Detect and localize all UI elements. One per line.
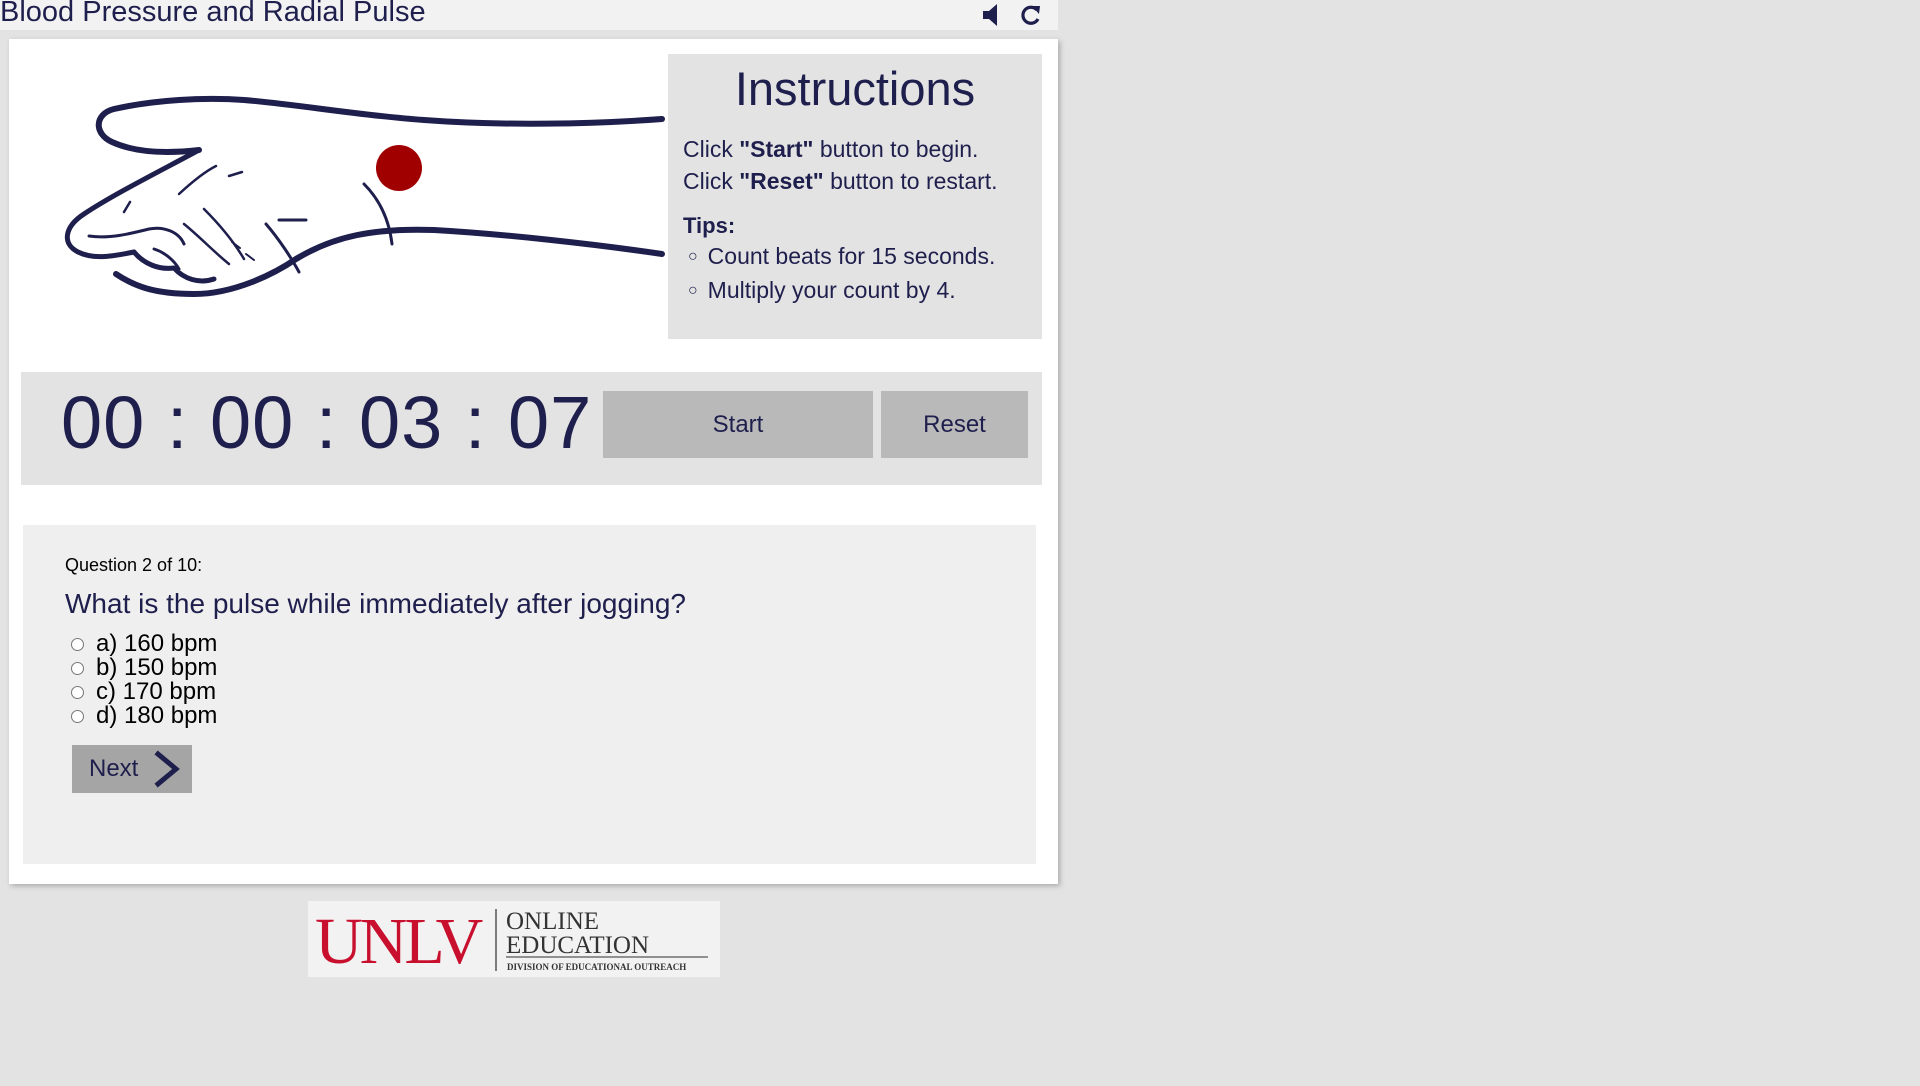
- answer-option-c[interactable]: c) 170 bpm: [71, 678, 217, 705]
- start-button[interactable]: Start: [603, 391, 873, 458]
- instruction-text-part: button to begin.: [813, 136, 979, 163]
- answer-option-d[interactable]: d) 180 bpm: [71, 702, 218, 729]
- radio-button[interactable]: [71, 661, 84, 675]
- refresh-icon[interactable]: [1018, 2, 1044, 28]
- instruction-reset-keyword: "Reset": [739, 168, 824, 195]
- instruction-text-part: Click: [683, 136, 740, 163]
- pulse-point-dot: [376, 145, 422, 191]
- radio-button[interactable]: [71, 709, 84, 723]
- app-title: Blood Pressure and Radial Pulse: [0, 0, 426, 28]
- question-text: What is the pulse while immediately afte…: [65, 588, 686, 619]
- tips-label: Tips:: [683, 213, 736, 239]
- answer-label: d) 180 bpm: [96, 702, 218, 729]
- answer-option-b[interactable]: b) 150 bpm: [71, 654, 217, 681]
- wrist-illustration: [34, 64, 674, 324]
- question-counter: Question 2 of 10:: [65, 555, 203, 575]
- instruction-text-part: Click: [683, 168, 740, 195]
- instruction-start-line: Click "Start" button to begin.: [683, 133, 1042, 165]
- tip-item: Multiply your count by 4.: [688, 275, 1042, 309]
- stopwatch-display: 00 : 00 : 03 : 07: [61, 381, 593, 464]
- instructions-heading: Instructions: [734, 62, 976, 115]
- chevron-right-icon: [152, 750, 182, 788]
- next-button[interactable]: Next: [72, 745, 192, 793]
- title-bar: Blood Pressure and Radial Pulse: [0, 0, 1058, 30]
- instructions-panel: Instructions Click "Start" button to beg…: [668, 54, 1042, 339]
- answer-options: a) 160 bpm b) 150 bpm c) 170 bpm d) 180 …: [71, 630, 218, 729]
- timer-bar: 00 : 00 : 03 : 07 Start Reset: [21, 372, 1042, 485]
- radio-button[interactable]: [71, 685, 84, 699]
- answer-option-a[interactable]: a) 160 bpm: [71, 630, 217, 657]
- tip-item: Count beats for 15 seconds.: [688, 241, 1042, 275]
- logo-line-education: EDUCATION: [506, 932, 649, 959]
- instruction-start-keyword: "Start": [739, 136, 814, 163]
- unlv-online-education-logo: UNLV ONLINE EDUCATION DIVISION OF EDUCAT…: [308, 901, 720, 977]
- speaker-icon[interactable]: [980, 2, 1006, 28]
- instruction-text-part: button to restart.: [823, 168, 998, 195]
- logo-line-online: ONLINE: [506, 908, 599, 935]
- logo-line-division: DIVISION OF EDUCATIONAL OUTREACH: [507, 962, 686, 972]
- hand-wrist-drawing: [65, 95, 665, 297]
- main-panel: Instructions Click "Start" button to beg…: [9, 39, 1058, 884]
- instructions-text: Click "Start" button to begin. Click "Re…: [683, 133, 1042, 197]
- logo-brand-text: UNLV: [315, 905, 483, 977]
- tips-list: Count beats for 15 seconds. Multiply you…: [668, 241, 1042, 309]
- reset-button[interactable]: Reset: [881, 391, 1028, 458]
- next-button-label: Next: [89, 755, 139, 782]
- instruction-reset-line: Click "Reset" button to restart.: [683, 165, 1042, 197]
- radio-button[interactable]: [71, 637, 84, 651]
- question-panel: Question 2 of 10: What is the pulse whil…: [23, 525, 1036, 864]
